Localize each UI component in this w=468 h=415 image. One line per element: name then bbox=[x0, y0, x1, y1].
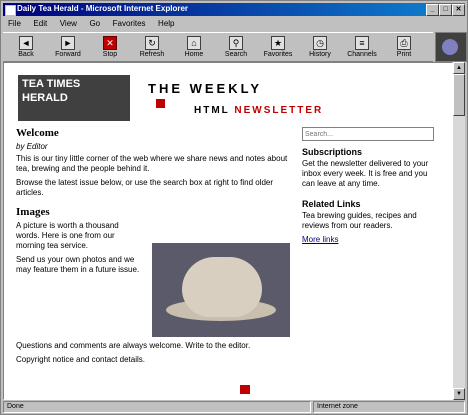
app-icon bbox=[5, 5, 16, 16]
menu-bar: File Edit View Go Favorites Help bbox=[3, 18, 465, 30]
toolbar-favorites-button[interactable]: ★ Favorites bbox=[259, 35, 297, 59]
intro-heading: Welcome bbox=[16, 127, 59, 139]
story-heading: Images bbox=[16, 206, 50, 218]
footer-paragraph: Copyright notice and contact details. bbox=[16, 355, 145, 364]
menu-edit[interactable]: Edit bbox=[28, 18, 52, 30]
status-text: Done bbox=[3, 401, 311, 413]
teacup-photo bbox=[152, 243, 290, 337]
scroll-up-icon[interactable]: ▲ bbox=[453, 62, 465, 74]
window-title: Daily Tea Herald - Microsoft Internet Ex… bbox=[17, 4, 189, 13]
search-icon: ⚲ bbox=[229, 36, 243, 50]
toolbar-label: Print bbox=[396, 51, 412, 58]
refresh-icon: ↻ bbox=[145, 36, 159, 50]
toolbar-print-button[interactable]: ⎙ Print bbox=[385, 35, 423, 59]
scroll-thumb[interactable] bbox=[453, 74, 465, 116]
toolbar-home-button[interactable]: ⌂ Home bbox=[175, 35, 213, 59]
search-input[interactable] bbox=[302, 127, 434, 141]
maximize-button[interactable]: □ bbox=[439, 4, 452, 16]
toolbar-label: Channels bbox=[347, 51, 377, 58]
back-arrow-icon: ◄ bbox=[19, 36, 33, 50]
intro-paragraph: Browse the latest issue below, or use th… bbox=[16, 178, 274, 197]
toolbar-label: History bbox=[309, 51, 331, 58]
story-paragraph: Send us your own photos and we may featu… bbox=[16, 255, 140, 274]
masthead: THE WEEKLY bbox=[148, 81, 263, 96]
toolbar-label: Favorites bbox=[263, 51, 293, 58]
toolbar-search-button[interactable]: ⚲ Search bbox=[217, 35, 255, 59]
browser-window: Daily Tea Herald - Microsoft Internet Ex… bbox=[0, 0, 468, 415]
scroll-down-icon[interactable]: ▼ bbox=[453, 388, 465, 400]
toolbar-label: Refresh bbox=[139, 51, 165, 58]
toolbar-label: Back bbox=[18, 51, 34, 58]
sidebar-heading: Subscriptions bbox=[302, 147, 363, 157]
toolbar-label: Search bbox=[224, 51, 248, 58]
sidebar-heading: Related Links bbox=[302, 199, 361, 209]
print-icon: ⎙ bbox=[397, 36, 411, 50]
intro-paragraph: This is our tiny little corner of the we… bbox=[16, 154, 288, 173]
site-logo[interactable]: TEA TIMES HERALD bbox=[18, 75, 130, 121]
sidebar-text: Tea brewing guides, recipes and reviews … bbox=[302, 211, 417, 230]
menu-view[interactable]: View bbox=[55, 18, 82, 30]
history-icon: ◷ bbox=[313, 36, 327, 50]
sidebar-text: Get the newsletter delivered to your inb… bbox=[302, 159, 429, 188]
edition-value: NEWSLETTER bbox=[234, 105, 324, 116]
menu-favorites[interactable]: Favorites bbox=[108, 18, 151, 30]
toolbar-label: Forward bbox=[55, 51, 81, 58]
menu-file[interactable]: File bbox=[3, 18, 26, 30]
intro-byline: by Editor bbox=[16, 142, 48, 151]
badge-icon bbox=[156, 99, 165, 108]
forward-arrow-icon: ► bbox=[61, 36, 75, 50]
title-bar: Daily Tea Herald - Microsoft Internet Ex… bbox=[3, 3, 465, 16]
channels-icon: ≡ bbox=[355, 36, 369, 50]
edition-line: HTML NEWSLETTER bbox=[194, 105, 323, 116]
status-zone: Internet zone bbox=[313, 401, 465, 413]
toolbar-history-button[interactable]: ◷ History bbox=[301, 35, 339, 59]
toolbar-back-button[interactable]: ◄ Back bbox=[7, 35, 45, 59]
story-paragraph: A picture is worth a thousand words. Her… bbox=[16, 221, 119, 250]
nav-marker-icon[interactable] bbox=[240, 385, 250, 394]
throbber-logo bbox=[435, 32, 467, 62]
menu-go[interactable]: Go bbox=[84, 18, 105, 30]
toolbar-forward-button[interactable]: ► Forward bbox=[49, 35, 87, 59]
toolbar: ◄ Back ► Forward ✕ Stop ↻ Refresh ⌂ Home ⚲ Search ★ F… bbox=[3, 32, 433, 62]
footer-paragraph: Questions and comments are always welcom… bbox=[16, 341, 251, 350]
home-icon: ⌂ bbox=[187, 36, 201, 50]
minimize-button[interactable]: _ bbox=[426, 4, 439, 16]
footer: Questions and comments are always welcom… bbox=[16, 341, 436, 369]
page-content: TEA TIMES HERALD THE WEEKLY HTML NEWSLET… bbox=[3, 62, 453, 400]
toolbar-label: Stop bbox=[102, 51, 118, 58]
status-bar: Done Internet zone bbox=[3, 401, 465, 413]
toolbar-label: Home bbox=[184, 51, 204, 58]
edition-label: HTML bbox=[194, 105, 230, 116]
toolbar-channels-button[interactable]: ≡ Channels bbox=[343, 35, 381, 59]
vertical-scrollbar[interactable]: ▲ ▼ bbox=[453, 62, 465, 400]
close-button[interactable]: ✕ bbox=[452, 4, 465, 16]
toolbar-stop-button[interactable]: ✕ Stop bbox=[91, 35, 129, 59]
favorites-icon: ★ bbox=[271, 36, 285, 50]
toolbar-refresh-button[interactable]: ↻ Refresh bbox=[133, 35, 171, 59]
cup-shape bbox=[182, 257, 262, 317]
sidebar: Subscriptions Get the newsletter deliver… bbox=[302, 127, 442, 249]
stop-icon: ✕ bbox=[103, 36, 117, 50]
menu-help[interactable]: Help bbox=[153, 18, 179, 30]
sidebar-link[interactable]: More links bbox=[302, 235, 442, 245]
